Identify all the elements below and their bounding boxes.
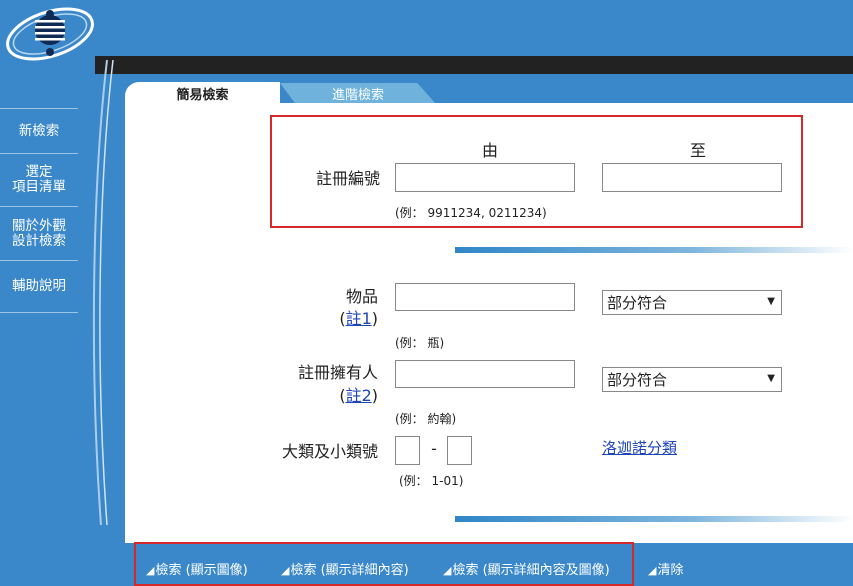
owner-input[interactable]	[395, 360, 575, 388]
registration-from-input[interactable]	[395, 163, 575, 192]
arrow-down-right-icon: ◢	[281, 564, 290, 577]
to-label: 至	[689, 141, 706, 160]
note-2-link[interactable]: 註2	[346, 386, 372, 405]
article-label: 物品	[345, 287, 378, 306]
section-divider	[455, 516, 853, 522]
sidebar-item-label: 選定 項目清單	[12, 164, 66, 195]
article-input[interactable]	[395, 283, 575, 311]
button-label: 檢索 (顯示詳細內容)	[290, 563, 409, 578]
sidebar-item-selected-list[interactable]: 選定 項目清單	[0, 154, 78, 207]
note-paren-close: )	[371, 386, 378, 405]
class-major-input[interactable]	[395, 436, 420, 465]
arrow-down-right-icon: ◢	[443, 564, 452, 577]
tab-simple-search[interactable]: 簡易檢索	[125, 82, 280, 104]
dropdown-arrow-icon: ▼	[767, 373, 775, 384]
tab-label: 簡易檢索	[176, 87, 229, 103]
header-dark-bar	[95, 56, 853, 74]
header-band	[0, 0, 853, 56]
section-divider	[455, 247, 853, 253]
sidebar-item-help[interactable]: 輔助說明	[0, 261, 78, 313]
search-form: 由 至 註冊編號 (例： 9911234, 0211234) 物品 (註1) 部…	[125, 103, 853, 543]
dropdown-arrow-icon: ▼	[767, 296, 775, 307]
sidebar-item-label: 新檢索	[18, 122, 60, 139]
locarno-classification-link[interactable]: 洛迦諾分類	[602, 437, 677, 458]
tab-label: 進階檢索	[331, 88, 384, 103]
owner-note: (註2)	[275, 382, 378, 406]
sidebar-item-about-design-search[interactable]: 關於外觀 設計檢索	[0, 207, 78, 261]
select-value: 部分符合	[607, 371, 668, 389]
logo-icon	[6, 7, 94, 61]
registration-number-label: 註冊編號	[315, 169, 380, 188]
class-minor-input[interactable]	[447, 436, 472, 465]
note-paren-close: )	[371, 309, 378, 328]
article-example: (例： 瓶)	[395, 336, 445, 350]
registration-to-input[interactable]	[602, 163, 782, 192]
note-1-link[interactable]: 註1	[346, 309, 372, 328]
article-note: (註1)	[275, 305, 378, 329]
arrow-down-right-icon: ◢	[648, 564, 657, 577]
sidebar: 新檢索 選定 項目清單 關於外觀 設計檢索 輔助說明	[0, 108, 78, 313]
button-label: 檢索 (顯示圖像)	[155, 563, 248, 578]
search-show-detail-button[interactable]: ◢檢索 (顯示詳細內容)	[281, 559, 409, 578]
button-label: 檢索 (顯示詳細內容及圖像)	[452, 563, 610, 578]
sidebar-item-label: 輔助說明	[12, 278, 66, 294]
class-separator: -	[431, 439, 437, 458]
sidebar-item-label: 關於外觀 設計檢索	[12, 217, 66, 249]
article-match-select[interactable]: 部分符合 ▼	[602, 290, 782, 315]
owner-label: 註冊擁有人	[297, 363, 378, 382]
classification-example: (例： 1-01)	[399, 474, 464, 488]
sidebar-item-new-search[interactable]: 新檢索	[0, 108, 78, 154]
search-show-detail-image-button[interactable]: ◢檢索 (顯示詳細內容及圖像)	[443, 559, 610, 578]
owner-match-select[interactable]: 部分符合 ▼	[602, 367, 782, 392]
decorative-curves	[92, 60, 114, 525]
clear-button[interactable]: ◢清除	[648, 559, 683, 578]
owner-example: (例： 約翰)	[395, 412, 457, 426]
arrow-down-right-icon: ◢	[146, 564, 155, 577]
classification-label: 大類及小類號	[281, 442, 378, 461]
button-label: 清除	[657, 563, 684, 578]
search-show-image-button[interactable]: ◢檢索 (顯示圖像)	[146, 559, 248, 578]
select-value: 部分符合	[607, 294, 668, 312]
registration-example: (例： 9911234, 0211234)	[395, 206, 547, 220]
tab-advanced-search[interactable]: 進階檢索	[280, 83, 436, 104]
from-label: 由	[481, 141, 498, 160]
